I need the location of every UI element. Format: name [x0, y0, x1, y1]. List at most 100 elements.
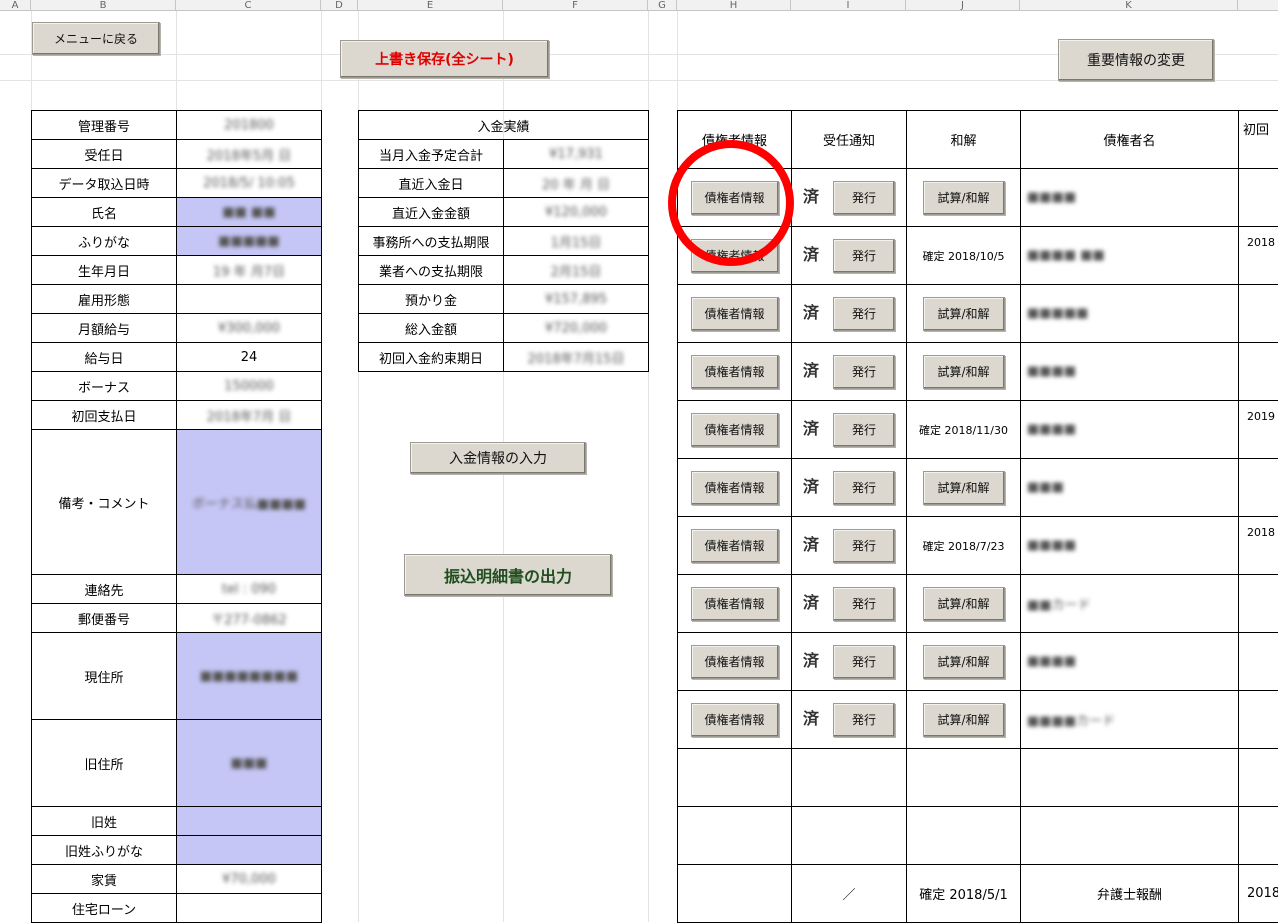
- creditor-info-button[interactable]: 債権者情報: [691, 703, 779, 737]
- client-info-value[interactable]: ■■■■■: [177, 227, 322, 256]
- initial-cell[interactable]: 2018: [1239, 227, 1278, 285]
- payment-value[interactable]: ¥17,931: [504, 140, 649, 169]
- issue-button[interactable]: 発行: [833, 239, 895, 273]
- settle-button[interactable]: 試算/和解: [923, 471, 1005, 505]
- empty-cell[interactable]: [1239, 807, 1278, 865]
- empty-cell[interactable]: [1239, 749, 1278, 807]
- col-header-i[interactable]: I: [791, 0, 906, 11]
- client-info-value[interactable]: tel : 090: [177, 575, 322, 604]
- payment-value[interactable]: 1月15日: [504, 227, 649, 256]
- settle-button[interactable]: 試算/和解: [923, 355, 1005, 389]
- client-info-value[interactable]: ■■ ■■: [177, 198, 322, 227]
- client-info-value[interactable]: 201800: [177, 111, 322, 140]
- creditor-info-button[interactable]: 債権者情報: [691, 297, 779, 331]
- col-header-k[interactable]: K: [1020, 0, 1238, 11]
- back-to-menu-button[interactable]: メニューに戻る: [32, 22, 160, 55]
- save-all-sheets-button[interactable]: 上書き保存(全シート): [340, 40, 549, 78]
- initial-cell[interactable]: [1239, 343, 1278, 401]
- creditor-name-cell[interactable]: ■■■■: [1021, 169, 1239, 227]
- col-header-j[interactable]: J: [906, 0, 1020, 11]
- client-info-value[interactable]: [177, 894, 322, 923]
- payment-value[interactable]: 2月15日: [504, 256, 649, 285]
- creditor-name-cell[interactable]: ■■■■: [1021, 517, 1239, 575]
- client-info-value[interactable]: 19 年 月7日: [177, 256, 322, 285]
- creditor-name-cell[interactable]: ■■カード: [1021, 575, 1239, 633]
- empty-cell[interactable]: [792, 749, 907, 807]
- empty-cell[interactable]: [678, 807, 792, 865]
- payment-input-button[interactable]: 入金情報の入力: [410, 442, 586, 474]
- initial-cell[interactable]: [1239, 575, 1278, 633]
- col-header-d[interactable]: D: [321, 0, 358, 11]
- payment-value[interactable]: ¥157,895: [504, 285, 649, 314]
- col-header-g[interactable]: G: [648, 0, 677, 11]
- settle-button[interactable]: 試算/和解: [923, 703, 1005, 737]
- issue-button[interactable]: 発行: [833, 355, 895, 389]
- initial-cell[interactable]: [1239, 459, 1278, 517]
- col-header-h[interactable]: H: [677, 0, 791, 11]
- client-info-value[interactable]: [177, 285, 322, 314]
- settle-button[interactable]: 試算/和解: [923, 181, 1005, 215]
- col-header-b[interactable]: B: [31, 0, 176, 11]
- fee-initial-cell[interactable]: 2018: [1239, 865, 1278, 923]
- transfer-statement-output-button[interactable]: 振込明細書の出力: [404, 554, 612, 596]
- client-info-value[interactable]: 2018年7月 日: [177, 401, 322, 430]
- creditor-info-button[interactable]: 債権者情報: [691, 355, 779, 389]
- empty-cell[interactable]: [678, 865, 792, 923]
- empty-cell[interactable]: [678, 749, 792, 807]
- client-info-value[interactable]: 24: [177, 343, 322, 372]
- payment-value[interactable]: ¥120,000: [504, 198, 649, 227]
- client-info-value[interactable]: 2018/5/ 10:05: [177, 169, 322, 198]
- payment-value[interactable]: ¥720,000: [504, 314, 649, 343]
- creditor-name-cell[interactable]: ■■■■: [1021, 633, 1239, 691]
- issue-button[interactable]: 発行: [833, 413, 895, 447]
- empty-cell[interactable]: [1021, 749, 1239, 807]
- col-header-c[interactable]: C: [176, 0, 321, 11]
- creditor-name-cell[interactable]: ■■■: [1021, 459, 1239, 517]
- creditor-name-cell[interactable]: ■■■■ ■■: [1021, 227, 1239, 285]
- initial-cell[interactable]: 2019: [1239, 401, 1278, 459]
- creditor-info-button[interactable]: 債権者情報: [691, 587, 779, 621]
- issue-button[interactable]: 発行: [833, 645, 895, 679]
- issue-button[interactable]: 発行: [833, 297, 895, 331]
- creditor-info-button[interactable]: 債権者情報: [691, 529, 779, 563]
- payment-value[interactable]: 2018年7月15日: [504, 343, 649, 372]
- creditor-info-button[interactable]: 債権者情報: [691, 471, 779, 505]
- client-info-value[interactable]: ¥70,000: [177, 865, 322, 894]
- creditor-info-button[interactable]: 債権者情報: [691, 413, 779, 447]
- issue-button[interactable]: 発行: [833, 181, 895, 215]
- payment-value[interactable]: 20 年 月 日: [504, 169, 649, 198]
- client-info-value[interactable]: ■■■: [177, 720, 322, 807]
- empty-cell[interactable]: [792, 807, 907, 865]
- initial-cell[interactable]: [1239, 633, 1278, 691]
- important-info-change-button[interactable]: 重要情報の変更: [1058, 39, 1214, 81]
- initial-cell[interactable]: [1239, 691, 1278, 749]
- col-header-a[interactable]: A: [0, 0, 31, 11]
- col-header-l[interactable]: [1238, 0, 1278, 11]
- empty-cell[interactable]: [907, 807, 1021, 865]
- client-info-value[interactable]: ■■■■■■■■: [177, 633, 322, 720]
- col-header-e[interactable]: E: [358, 0, 503, 11]
- creditor-name-cell[interactable]: ■■■■: [1021, 401, 1239, 459]
- client-info-value[interactable]: ボーナス払■■■■: [177, 430, 322, 575]
- issue-button[interactable]: 発行: [833, 587, 895, 621]
- initial-cell[interactable]: 2018: [1239, 517, 1278, 575]
- initial-cell[interactable]: [1239, 285, 1278, 343]
- client-info-value[interactable]: 150000: [177, 372, 322, 401]
- client-info-value[interactable]: 2018年5月 日: [177, 140, 322, 169]
- client-info-value[interactable]: [177, 807, 322, 836]
- issue-button[interactable]: 発行: [833, 529, 895, 563]
- creditor-name-cell[interactable]: ■■■■カード: [1021, 691, 1239, 749]
- creditor-name-cell[interactable]: ■■■■: [1021, 343, 1239, 401]
- empty-cell[interactable]: [907, 749, 1021, 807]
- fee-notice-cell[interactable]: ／: [792, 865, 907, 923]
- creditor-info-button[interactable]: 債権者情報: [691, 645, 779, 679]
- creditor-name-cell[interactable]: ■■■■■: [1021, 285, 1239, 343]
- initial-cell[interactable]: [1239, 169, 1278, 227]
- settle-button[interactable]: 試算/和解: [923, 587, 1005, 621]
- col-header-f[interactable]: F: [503, 0, 648, 11]
- fee-name-cell[interactable]: 弁護士報酬: [1021, 865, 1239, 923]
- client-info-value[interactable]: 〒277-0862: [177, 604, 322, 633]
- settle-button[interactable]: 試算/和解: [923, 297, 1005, 331]
- client-info-value[interactable]: [177, 836, 322, 865]
- settle-button[interactable]: 試算/和解: [923, 645, 1005, 679]
